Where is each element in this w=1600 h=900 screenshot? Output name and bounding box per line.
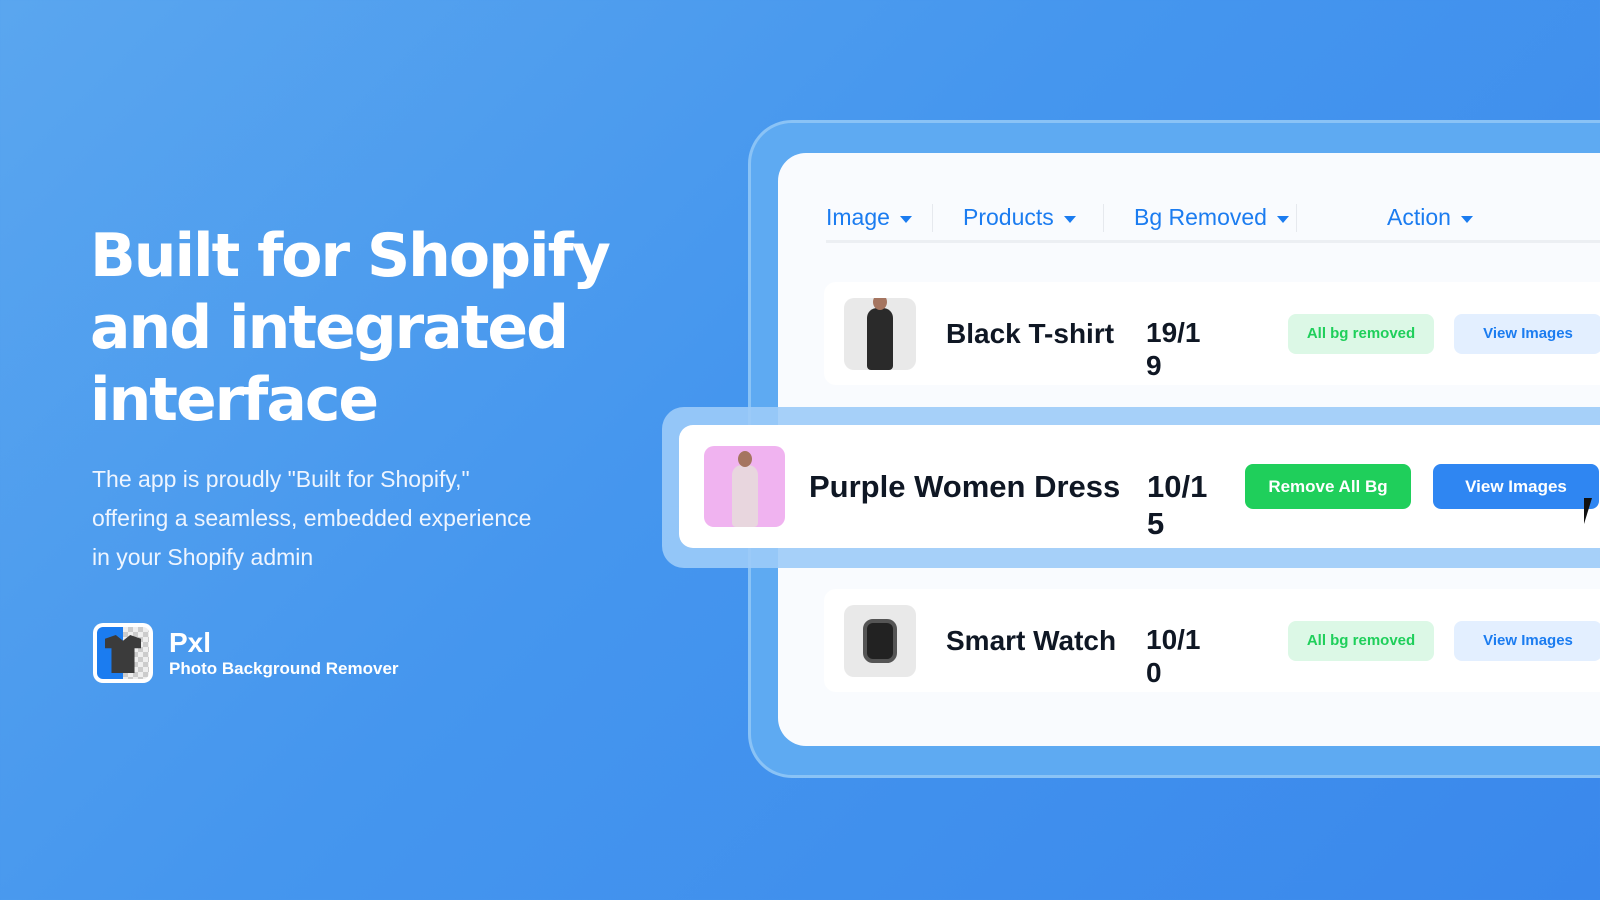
product-name: Smart Watch [946,624,1117,656]
view-images-button[interactable]: View Images [1454,313,1600,354]
product-thumbnail [844,604,916,677]
column-label: Products [963,204,1054,230]
status-badge: All bg removed [1288,620,1434,661]
table-row[interactable]: Smart Watch 10/10 All bg removed View Im… [824,589,1600,692]
product-name: Purple Women Dress [809,468,1121,504]
caret-down-icon [1063,216,1076,223]
product-thumbnail [704,446,785,527]
product-name: Black T-shirt [946,317,1115,349]
description: The app is proudly "Built for Shopify," … [92,466,532,570]
bg-removed-count: 10/10 [1146,623,1201,688]
app-logo-icon [93,623,153,683]
brand-name: Pxl [169,627,212,658]
bg-removed-count: 19/19 [1146,316,1201,381]
caret-down-icon [1276,216,1289,223]
table-row[interactable]: Purple Women Dress 10/15 Remove All Bg V… [679,425,1600,548]
column-label: Bg Removed [1134,204,1267,230]
column-products[interactable]: Products [933,203,1103,233]
table-row[interactable]: Black T-shirt 19/19 All bg removed View … [824,282,1600,385]
remove-all-bg-button[interactable]: Remove All Bg [1245,464,1411,509]
column-label: Image [826,204,890,230]
column-bg-removed[interactable]: Bg Removed [1104,203,1296,233]
brand-tagline: Photo Background Remover [169,659,399,678]
caret-down-icon [1460,216,1473,223]
caret-down-icon [899,216,912,223]
mouse-cursor-icon [1584,498,1592,524]
column-image[interactable]: Image [826,203,932,233]
bg-removed-count: 10/15 [1147,468,1208,541]
column-action[interactable]: Action [1297,203,1473,233]
headline: Built for Shopify and integrated interfa… [90,221,611,435]
view-images-button[interactable]: View Images [1433,464,1599,509]
brand: Pxl Photo Background Remover [93,623,399,683]
table-header: Image Products Bg Removed Action [826,195,1600,243]
product-thumbnail [844,297,916,370]
column-label: Action [1387,204,1451,230]
view-images-button[interactable]: View Images [1454,620,1600,661]
status-badge: All bg removed [1288,313,1434,354]
